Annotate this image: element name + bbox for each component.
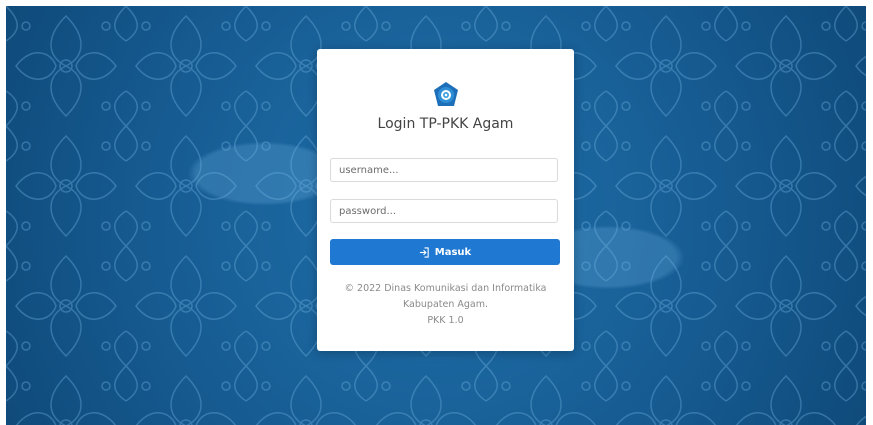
login-card: Login TP-PKK Agam Masuk © 2022 Dinas Kom… [317,49,574,351]
password-input[interactable] [330,199,558,223]
footer-text: © 2022 Dinas Komunikasi dan Informatika … [317,281,574,329]
version-text: PKK 1.0 [427,315,464,326]
username-input[interactable] [330,158,558,182]
pkk-emblem-icon [434,82,458,106]
sign-in-icon [419,246,429,258]
copyright-line-2: Kabupaten Agam. [402,299,489,310]
login-button-label: Masuk [434,246,472,258]
login-button[interactable]: Masuk [330,239,560,265]
login-title: Login TP-PKK Agam [377,116,514,132]
page-background: Login TP-PKK Agam Masuk © 2022 Dinas Kom… [6,6,866,425]
copyright-line-1: © 2022 Dinas Komunikasi dan Informatika [344,283,547,294]
